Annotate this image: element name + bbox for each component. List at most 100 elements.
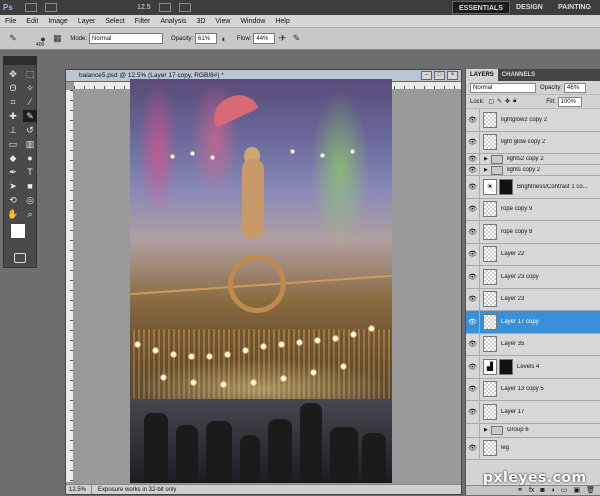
lock-pixels-icon[interactable]: ✎ — [497, 98, 502, 105]
crop-tool-icon[interactable]: ⌗ — [6, 96, 20, 108]
eraser-tool-icon[interactable]: ▭ — [6, 138, 20, 150]
canvas-image[interactable] — [130, 79, 392, 483]
eye-icon[interactable]: 👁︎ — [466, 333, 480, 355]
eye-icon[interactable]: 👁︎ — [466, 109, 480, 131]
healing-tool-icon[interactable]: ✚ — [6, 110, 20, 122]
opacity-input[interactable]: 61% — [195, 33, 218, 44]
link-icon[interactable]: ⚭ — [517, 486, 523, 495]
workspace-essentials[interactable]: ESSENTIALS — [452, 1, 510, 14]
tablet-pressure-opacity-icon[interactable]: ◐ — [217, 32, 231, 46]
layer-row[interactable]: 👁︎ Layer 22 — [466, 243, 600, 266]
fx-icon[interactable]: fx — [529, 486, 534, 495]
workspace-painting[interactable]: PAINTING — [552, 1, 597, 14]
eye-icon[interactable]: 👁︎ — [466, 437, 480, 459]
panel-opacity-input[interactable]: 46% — [564, 82, 587, 93]
zoom-level-dropdown[interactable]: 12.5 — [137, 4, 151, 11]
eye-icon[interactable]: 👁︎ — [466, 176, 480, 198]
path-select-tool-icon[interactable]: ➤ — [6, 180, 20, 192]
quick-mask-icon[interactable] — [14, 253, 26, 263]
layer-row[interactable]: 👁︎ rope copy 8 — [466, 221, 600, 244]
arrange-documents-button[interactable] — [158, 3, 171, 12]
menu-help[interactable]: Help — [270, 18, 294, 25]
vertical-ruler[interactable] — [66, 90, 74, 482]
menu-file[interactable]: File — [0, 18, 21, 25]
layer-row[interactable]: 👁︎ lightglow2 copy 2 — [466, 109, 600, 132]
workspace-design[interactable]: DESIGN — [510, 1, 549, 14]
blur-tool-icon[interactable]: ◆ — [6, 152, 20, 164]
eye-icon[interactable]: 👁︎ — [466, 356, 480, 378]
layer-row-selected[interactable]: 👁︎ Layer 17 copy — [466, 311, 600, 334]
airbrush-icon[interactable]: ✈ — [275, 32, 289, 46]
expand-triangle-icon[interactable]: ▶ — [484, 427, 488, 433]
layer-row[interactable]: 👁︎ light glow copy 2 — [466, 131, 600, 154]
fill-input[interactable]: 100% — [557, 96, 582, 107]
gradient-tool-icon[interactable]: ▥ — [23, 138, 37, 150]
quick-select-tool-icon[interactable]: ✧ — [23, 82, 37, 94]
flow-input[interactable]: 44% — [253, 33, 276, 44]
menu-window[interactable]: Window — [235, 18, 270, 25]
layer-row[interactable]: 👁︎ Layer 17 — [466, 401, 600, 424]
minimize-icon[interactable]: – — [421, 71, 432, 80]
adjustment-icon[interactable]: ◑ — [551, 486, 555, 495]
layer-mask-thumbnail[interactable] — [499, 358, 513, 375]
layer-row[interactable]: 👁︎ leg — [466, 437, 600, 460]
layer-row[interactable]: 👁︎ Layer 35 — [466, 333, 600, 356]
lasso-tool-icon[interactable]: ʘ — [6, 82, 20, 94]
eye-icon[interactable]: 👁︎ — [466, 154, 480, 164]
eye-icon[interactable]: 👁︎ — [466, 401, 480, 423]
eye-icon[interactable]: 👁︎ — [466, 288, 480, 310]
pen-tool-icon[interactable]: ✒ — [6, 166, 20, 178]
maximize-icon[interactable]: □ — [434, 71, 445, 80]
menu-select[interactable]: Select — [100, 18, 129, 25]
menu-layer[interactable]: Layer — [73, 18, 101, 25]
mask-icon[interactable]: ◙ — [540, 486, 544, 495]
menu-filter[interactable]: Filter — [130, 18, 156, 25]
lock-all-icon[interactable]: 🔒︎ — [513, 98, 516, 105]
hand-tool-icon[interactable]: ✋ — [6, 208, 20, 220]
eye-icon[interactable]: 👁︎ — [466, 243, 480, 265]
eyedropper-tool-icon[interactable]: ⁄ — [23, 96, 37, 108]
eye-icon[interactable]: 👁︎ — [466, 311, 480, 333]
menu-analysis[interactable]: Analysis — [155, 18, 191, 25]
screen-mode-button[interactable] — [178, 3, 191, 12]
move-tool-icon[interactable]: ✥ — [6, 68, 20, 80]
zoom-tool-icon[interactable]: ⌕ — [23, 208, 37, 220]
layer-row[interactable]: 👁︎ Layer 23 copy — [466, 266, 600, 289]
foreground-color-swatch[interactable] — [10, 223, 26, 239]
shape-tool-icon[interactable]: ■ — [23, 180, 37, 192]
group-row[interactable]: 👁︎ ▶ lights copy 2 — [466, 165, 600, 176]
bridge-button[interactable] — [25, 3, 37, 12]
eye-icon[interactable]: 👁︎ — [466, 266, 480, 288]
trash-icon[interactable]: 🗑︎ — [586, 486, 595, 495]
eye-icon[interactable]: 👁︎ — [466, 378, 480, 400]
eye-icon[interactable]: 👁︎ — [466, 165, 480, 175]
adjustment-layer-row[interactable]: 👁︎ ▟ Levels 4 — [466, 356, 600, 379]
expand-triangle-icon[interactable]: ▶ — [484, 167, 488, 173]
tablet-pressure-size-icon[interactable]: ✎ — [289, 32, 303, 46]
3d-rotate-tool-icon[interactable]: ⟲ — [6, 194, 20, 206]
lock-transparency-icon[interactable]: ▢ — [488, 98, 494, 105]
menu-edit[interactable]: Edit — [21, 18, 43, 25]
layer-row[interactable]: 👁︎ Layer 13 copy 5 — [466, 378, 600, 401]
new-layer-icon[interactable]: ▣ — [573, 486, 580, 495]
eye-hidden-slot[interactable] — [466, 423, 480, 437]
eye-icon[interactable]: 👁︎ — [466, 221, 480, 243]
eye-icon[interactable]: 👁︎ — [466, 198, 480, 220]
marquee-tool-icon[interactable]: ⬚ — [23, 68, 37, 80]
toolbox-grip[interactable] — [4, 57, 36, 65]
brush-panel-icon[interactable]: ▦ — [50, 32, 64, 46]
brush-preset-icon[interactable]: ✎ — [6, 32, 20, 46]
menu-image[interactable]: Image — [43, 18, 72, 25]
group-row[interactable]: 👁︎ ▶ lights2 copy 2 — [466, 154, 600, 165]
3d-orbit-tool-icon[interactable]: ◎ — [23, 194, 37, 206]
menu-view[interactable]: View — [210, 18, 235, 25]
clone-stamp-tool-icon[interactable]: ⊥ — [6, 124, 20, 136]
brush-tool-icon[interactable]: ✎ — [23, 110, 37, 122]
status-zoom[interactable]: 12.5% — [66, 485, 92, 494]
history-brush-tool-icon[interactable]: ↺ — [23, 124, 37, 136]
close-icon[interactable]: × — [447, 71, 458, 80]
lock-position-icon[interactable]: ✥ — [505, 98, 510, 105]
menu-3d[interactable]: 3D — [191, 18, 210, 25]
eye-icon[interactable]: 👁︎ — [466, 131, 480, 153]
layer-row[interactable]: 👁︎ Layer 23 — [466, 288, 600, 311]
